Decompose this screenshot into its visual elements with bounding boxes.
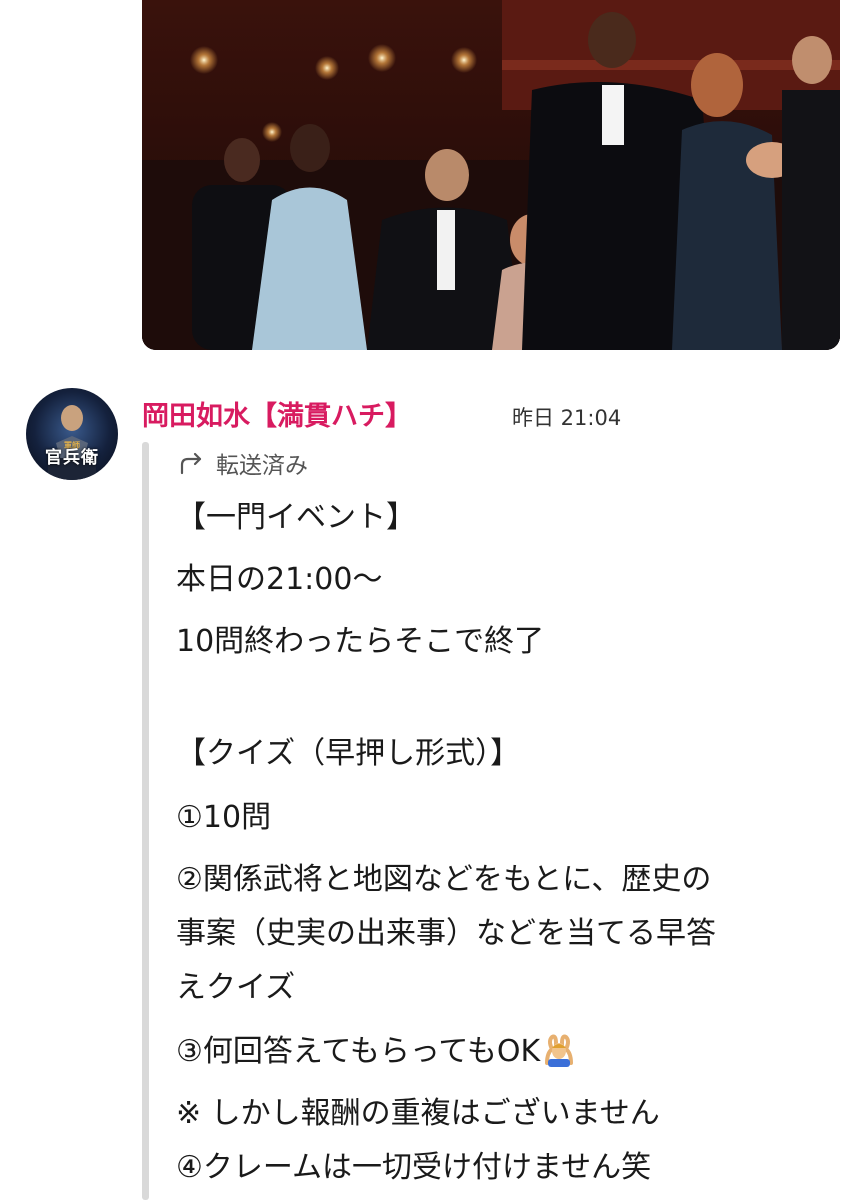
quote-bar [142,442,149,1200]
message-timestamp: 昨日 21:04 [512,406,622,430]
person-gesturing-ok-emoji [542,1033,576,1078]
sender-avatar[interactable]: 軍師 官兵衛 [26,388,118,480]
message-line: ④クレームは一切受け付けません笑 [176,1150,652,1185]
forwarded-indicator: 転送済み [178,446,308,480]
message-line: 【一門イベント】 [176,500,416,535]
message-line-with-emoji: ③何回答えてもらってもOK [176,1032,576,1078]
forwarded-label: 転送済み [216,453,308,479]
message-line: 【クイズ（早押し形式）】 [176,736,521,771]
forward-arrow-icon [180,452,202,475]
avatar-text: 官兵衛 [45,448,99,468]
shared-image[interactable] [142,0,840,350]
message-line: ②関係武将と地図などをもとに、歴史の [176,862,712,897]
message-line: 事案（史実の出来事）などを当てる早答 [176,916,716,951]
message-line: 本日の21:00〜 [176,562,383,597]
message-line: ①10問 [176,800,272,835]
audience-photo [142,0,840,350]
sender-name[interactable]: 岡田如水【満貫ハチ】 [142,394,412,433]
message-line: ③何回答えてもらってもOK [176,1034,541,1069]
message-line: 10問終わったらそこで終了 [176,624,545,659]
message-line: ※ しかし報酬の重複はございません [176,1096,660,1131]
message-line: えクイズ [176,970,296,1005]
